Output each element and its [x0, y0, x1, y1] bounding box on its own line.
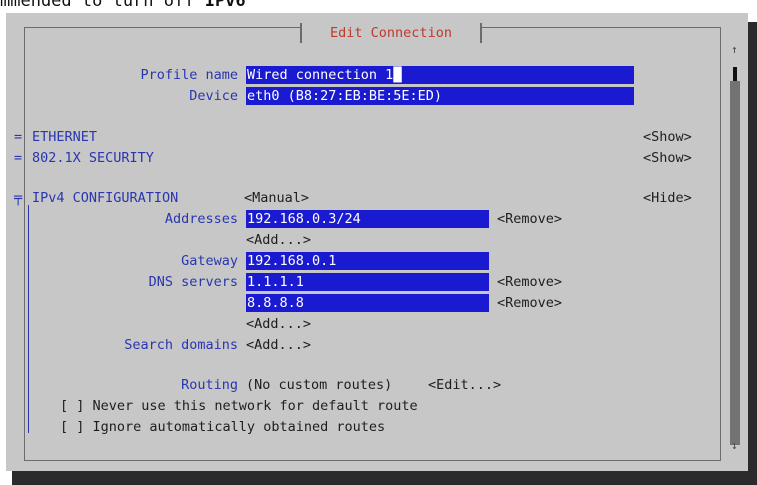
ipv4-hide-button[interactable]: <Hide> [643, 189, 692, 207]
text-cursor: █ [393, 67, 402, 83]
dns-remove-button-2[interactable]: <Remove> [497, 294, 562, 312]
gateway-input[interactable]: 192.168.0.1 [246, 252, 489, 270]
ipv4-method-select[interactable]: <Manual> [244, 189, 309, 207]
scroll-up-icon[interactable]: ↑ [731, 43, 738, 56]
dns-remove-button-1[interactable]: <Remove> [497, 273, 562, 291]
profile-name-label: Profile name [140, 67, 238, 83]
address-input[interactable]: 192.168.0.3/24 [246, 210, 489, 228]
caption-text: mmended to turn off [0, 0, 205, 11]
address-remove-button[interactable]: <Remove> [497, 210, 562, 228]
ignore-routes-checkbox[interactable]: [ ] Ignore automatically obtained routes [60, 418, 385, 436]
dns-value-1: 1.1.1.1 [247, 274, 304, 290]
scroll-down-icon[interactable]: ↓ [731, 439, 738, 452]
scroll-position-marker [733, 67, 737, 81]
address-add-button[interactable]: <Add...> [246, 231, 311, 249]
ipv4-section-label: IPv4 CONFIGURATION [32, 190, 179, 206]
dns-servers-label: DNS servers [148, 274, 238, 290]
scrollbar-thumb[interactable] [730, 81, 740, 445]
ipv4-section-marker: ╤ [14, 190, 23, 206]
dns-input-1[interactable]: 1.1.1.1 [246, 273, 489, 291]
ipv4-section-line [28, 205, 29, 433]
caption-bold: IPv6 [204, 0, 246, 11]
device-value: eth0 (B8:27:EB:BE:5E:ED) [247, 88, 443, 104]
search-domains-add-button[interactable]: <Add...> [246, 336, 311, 354]
dns-add-button[interactable]: <Add...> [246, 315, 311, 333]
routing-edit-button[interactable]: <Edit...> [428, 376, 501, 394]
ethernet-section-marker: = [14, 129, 23, 145]
dialog-title-text: Edit Connection [330, 25, 452, 41]
security-section-marker: = [14, 150, 23, 166]
gateway-label: Gateway [181, 253, 238, 269]
profile-name-value: Wired connection 1 [247, 67, 394, 83]
profile-name-input[interactable]: Wired connection 1█ [246, 66, 634, 84]
device-input[interactable]: eth0 (B8:27:EB:BE:5E:ED) [246, 87, 634, 105]
routing-label: Routing [181, 377, 238, 393]
security-show-button[interactable]: <Show> [643, 149, 692, 167]
routing-value: (No custom routes) [246, 377, 393, 393]
ethernet-section-label: ETHERNET [32, 129, 98, 145]
edit-connection-dialog: Edit Connection Profile name Wired conne… [6, 13, 748, 471]
security-section-label: 802.1X SECURITY [32, 150, 154, 166]
address-value: 192.168.0.3/24 [247, 211, 361, 227]
never-default-route-checkbox[interactable]: [ ] Never use this network for default r… [60, 397, 418, 415]
ethernet-show-button[interactable]: <Show> [643, 128, 692, 146]
dialog-title: Edit Connection [300, 23, 482, 43]
search-domains-label: Search domains [124, 337, 238, 353]
gateway-value: 192.168.0.1 [247, 253, 337, 269]
device-label: Device [189, 88, 238, 104]
dns-input-2[interactable]: 8.8.8.8 [246, 294, 489, 312]
dns-value-2: 8.8.8.8 [247, 295, 304, 311]
addresses-label: Addresses [164, 211, 238, 227]
background-caption: mmended to turn off IPv6 [0, 0, 757, 13]
